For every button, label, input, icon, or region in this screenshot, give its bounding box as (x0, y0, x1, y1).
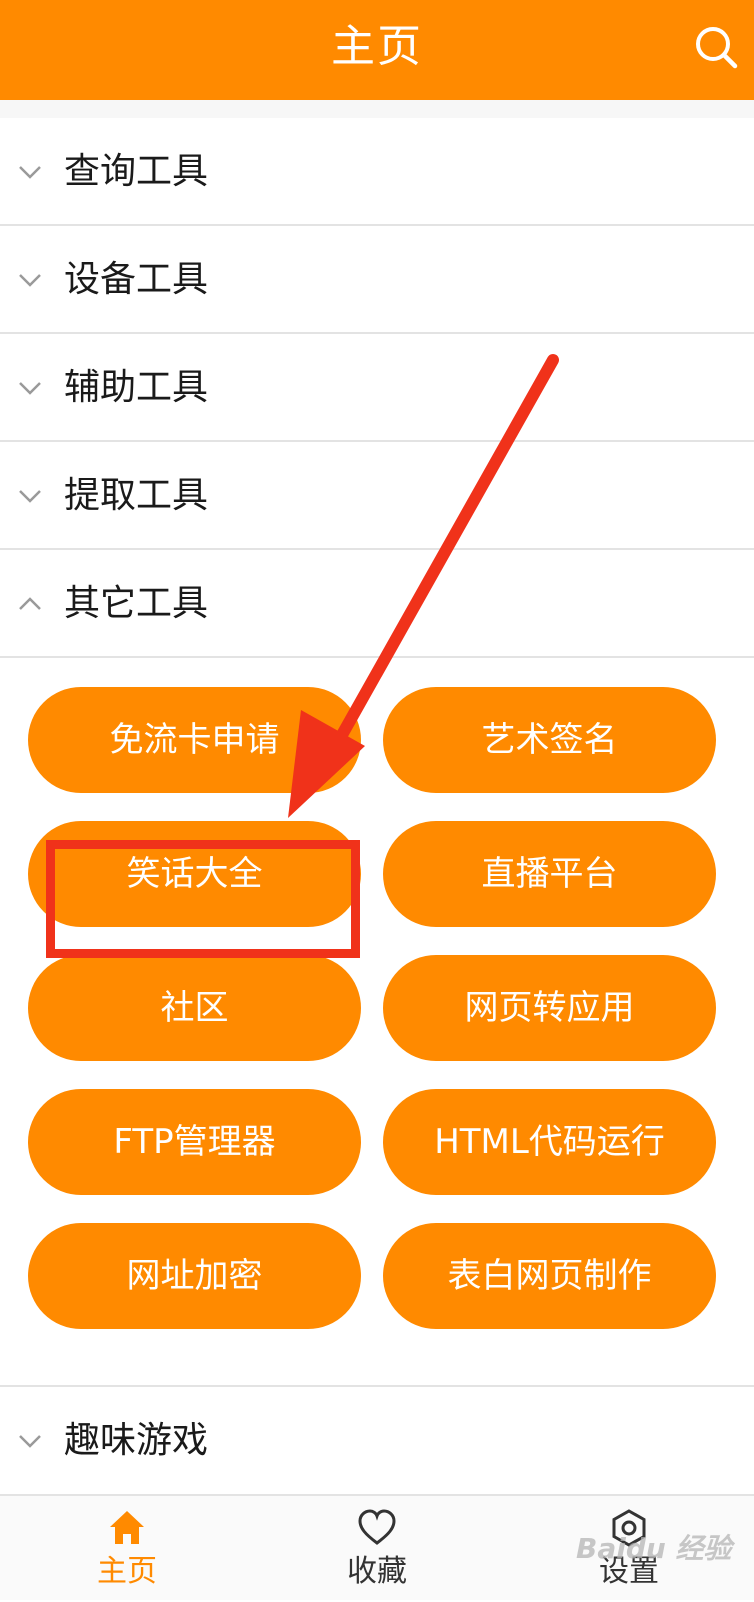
tool-button-ftp-manager[interactable]: FTP管理器 (28, 1089, 361, 1195)
chevron-down-icon (19, 1435, 41, 1448)
category-device-tools[interactable]: 设备工具 (0, 226, 754, 334)
tool-button-community[interactable]: 社区 (28, 955, 361, 1061)
tool-button-love-webpage[interactable]: 表白网页制作 (383, 1223, 716, 1329)
tool-button-url-encrypt[interactable]: 网址加密 (28, 1223, 361, 1329)
tab-settings[interactable]: 设置 (554, 1496, 704, 1602)
category-label: 其它工具 (64, 583, 209, 624)
header-divider (0, 100, 754, 120)
tool-button-jokes[interactable]: 笑话大全 (28, 821, 361, 927)
category-label: 趣味游戏 (64, 1420, 209, 1461)
category-label: 查询工具 (64, 151, 209, 192)
tool-button-live-platform[interactable]: 直播平台 (383, 821, 716, 927)
app-header: 主页 (0, 0, 754, 100)
tab-favorites-label: 收藏 (347, 1554, 407, 1589)
tool-button-html-runner[interactable]: HTML代码运行 (383, 1089, 716, 1195)
search-icon[interactable] (693, 24, 739, 70)
heart-icon (358, 1509, 396, 1545)
bottom-tab-bar: 主页 收藏 设置 (0, 1494, 754, 1600)
page-title: 主页 (331, 21, 423, 72)
category-assist-tools[interactable]: 辅助工具 (0, 334, 754, 442)
tool-button-art-signature[interactable]: 艺术签名 (383, 687, 716, 793)
category-label: 设备工具 (64, 259, 209, 300)
category-extract-tools[interactable]: 提取工具 (0, 442, 754, 550)
tool-button-free-sim-apply[interactable]: 免流卡申请 (28, 687, 361, 793)
category-label: 提取工具 (64, 475, 209, 516)
settings-icon (612, 1509, 646, 1547)
tab-favorites[interactable]: 收藏 (302, 1496, 452, 1602)
chevron-down-icon (19, 274, 41, 287)
tab-home-label: 主页 (97, 1554, 157, 1589)
chevron-down-icon (19, 382, 41, 395)
tool-button-web-to-app[interactable]: 网页转应用 (383, 955, 716, 1061)
category-query-tools[interactable]: 查询工具 (0, 118, 754, 226)
chevron-up-icon (19, 597, 41, 610)
tab-settings-label: 设置 (599, 1554, 659, 1589)
tab-home[interactable]: 主页 (52, 1496, 202, 1602)
category-fun-games[interactable]: 趣味游戏 (0, 1387, 754, 1495)
home-icon (110, 1511, 144, 1544)
chevron-down-icon (19, 490, 41, 503)
chevron-down-icon (19, 166, 41, 179)
category-label: 辅助工具 (64, 367, 209, 408)
category-other-tools[interactable]: 其它工具 (0, 550, 754, 658)
